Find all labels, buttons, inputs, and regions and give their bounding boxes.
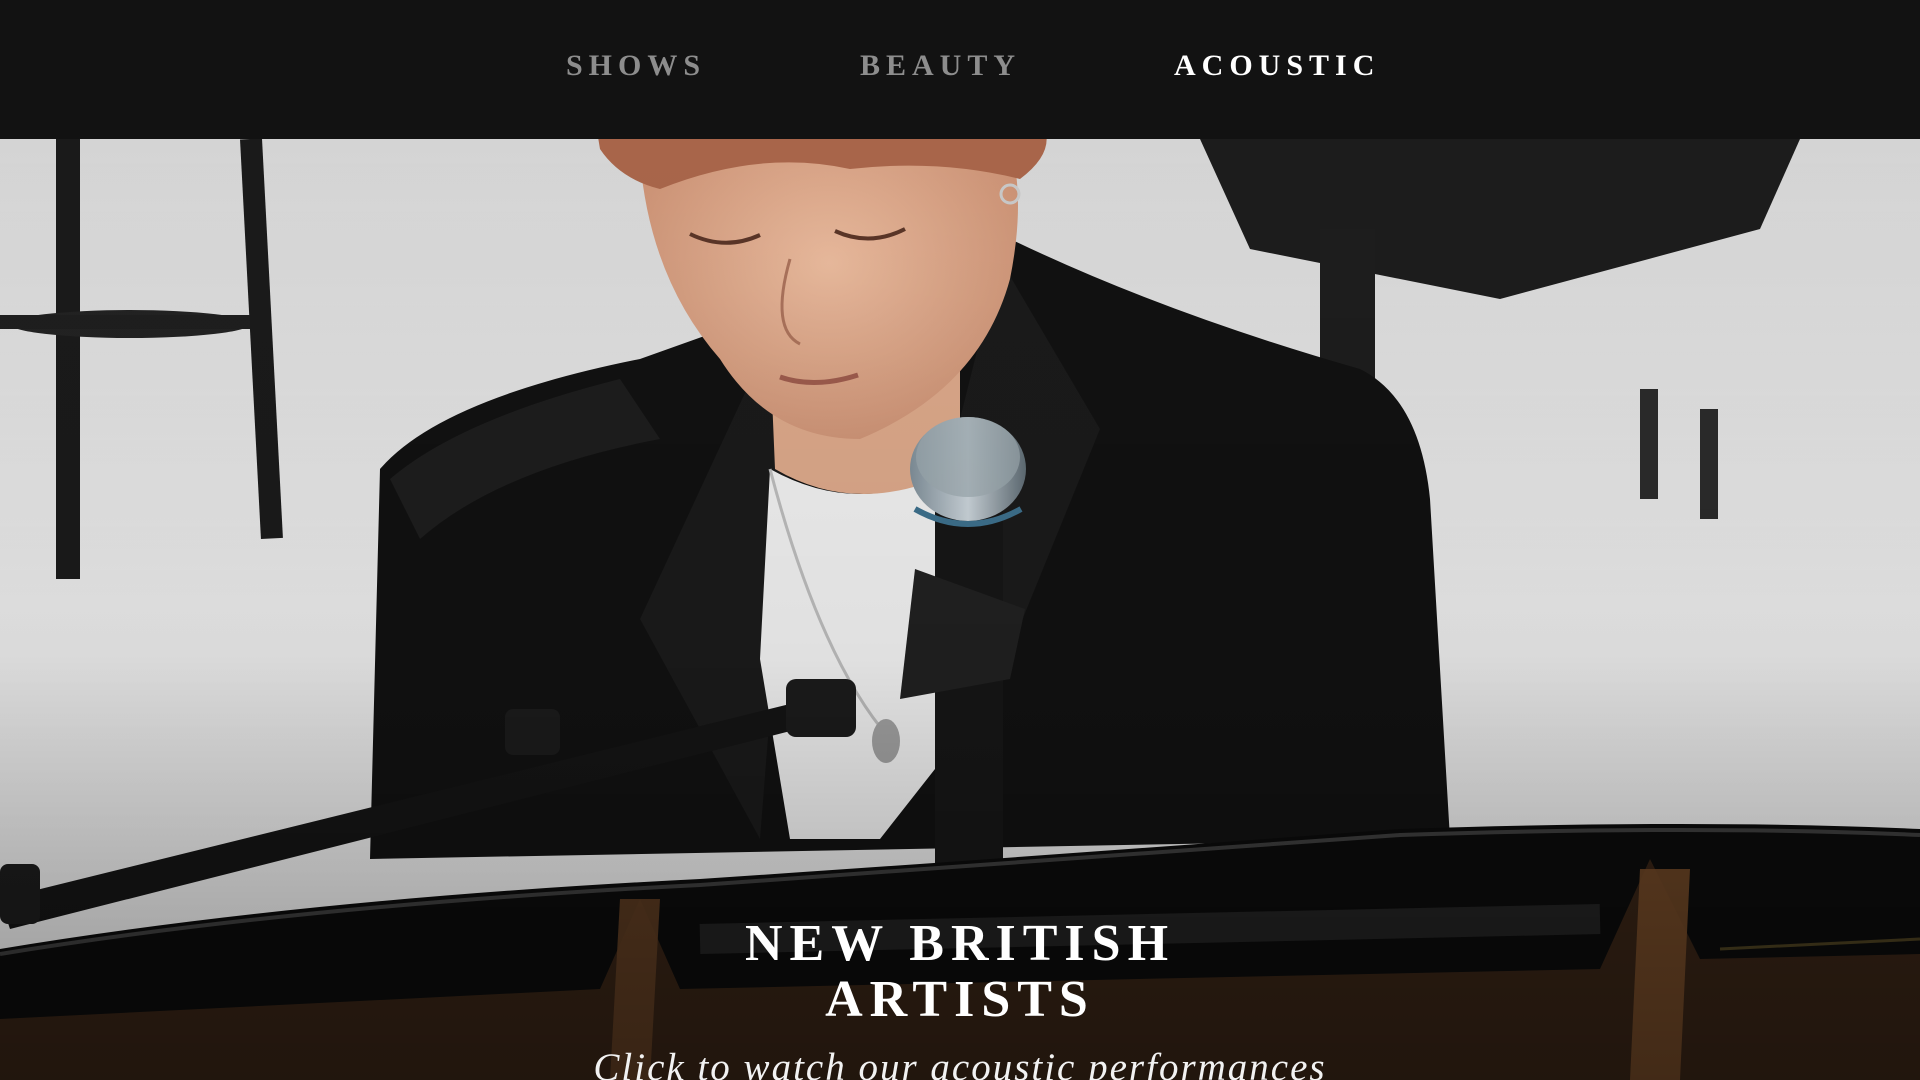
- top-navigation: SHOWS BEAUTY ACOUSTIC: [0, 0, 1920, 139]
- hero-title: NEW BRITISH ARTISTS: [560, 914, 1360, 1028]
- nav-item-beauty[interactable]: BEAUTY: [860, 48, 1021, 84]
- hero-banner-link[interactable]: NEW BRITISH ARTISTS Click to watch our a…: [0, 139, 1920, 1080]
- nav-item-shows[interactable]: SHOWS: [566, 48, 706, 84]
- hero-title-line2: ARTISTS: [825, 970, 1095, 1028]
- hero-subtitle-cta[interactable]: Click to watch our acoustic performances: [460, 1045, 1460, 1080]
- nav-item-acoustic[interactable]: ACOUSTIC: [1174, 48, 1380, 84]
- hero-title-line1: NEW BRITISH: [744, 914, 1176, 972]
